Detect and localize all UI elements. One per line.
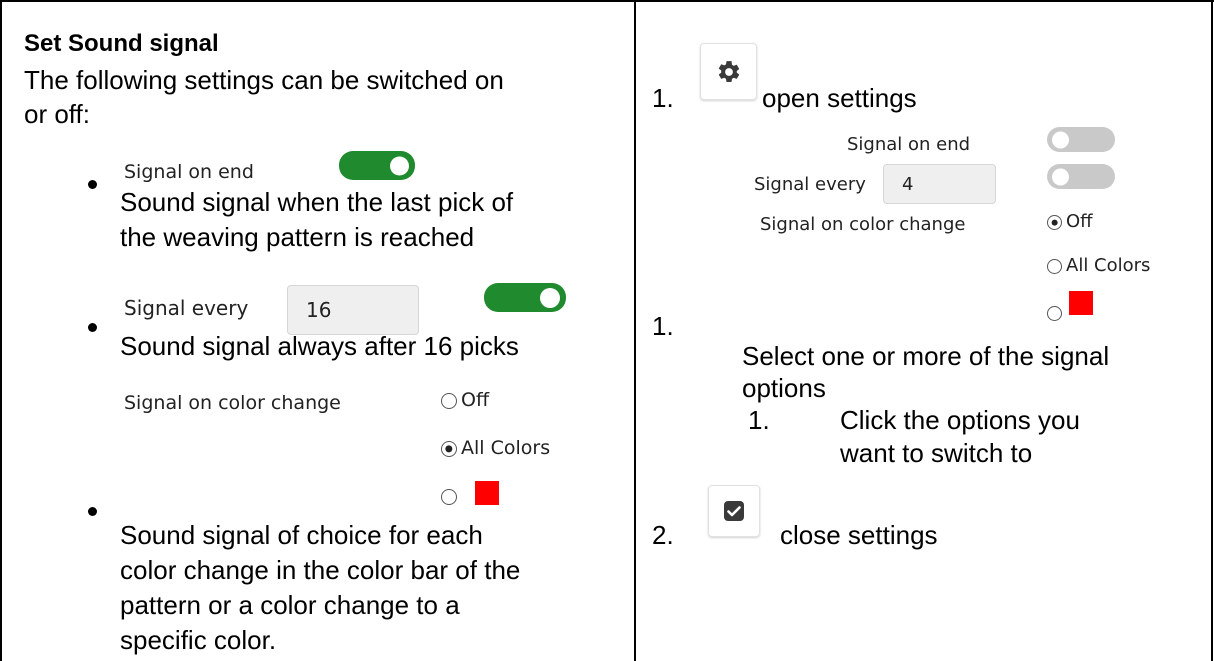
panel-color-off-radio[interactable] xyxy=(1047,215,1062,230)
panel-color-specific-radio[interactable] xyxy=(1047,306,1062,321)
toggle-knob xyxy=(390,156,409,175)
color-all-radio[interactable] xyxy=(441,441,457,457)
panel-signal-every-toggle[interactable] xyxy=(1047,164,1115,189)
specific-color-swatch[interactable] xyxy=(475,481,499,505)
panel-color-change-label: Signal on color change xyxy=(760,214,966,235)
close-settings-button[interactable] xyxy=(708,485,760,537)
color-change-label: Signal on color change xyxy=(124,392,341,414)
signal-every-value: 16 xyxy=(306,298,332,322)
intro-text-line1: The following settings can be switched o… xyxy=(24,65,504,95)
color-off-label: Off xyxy=(461,389,490,411)
signal-on-end-label: Signal on end xyxy=(124,161,254,183)
signal-every-label: Signal every xyxy=(124,296,249,320)
checkbox-check-icon xyxy=(724,501,744,521)
gear-icon xyxy=(718,60,739,82)
signal-every-desc: Sound signal always after 16 picks xyxy=(120,331,519,361)
toggle-knob xyxy=(1052,168,1069,185)
step1-text: open settings xyxy=(762,83,917,113)
step2-number: 2. xyxy=(652,520,674,550)
bullet xyxy=(88,180,97,189)
toggle-knob xyxy=(540,287,560,308)
panel-color-all-label: All Colors xyxy=(1066,255,1151,276)
signal-on-end-desc-line1: Sound signal when the last pick of xyxy=(120,187,514,217)
panel-signal-on-end-label: Signal on end xyxy=(847,134,971,155)
table-top-border xyxy=(0,0,1214,2)
step-b-text-line2: options xyxy=(742,373,826,403)
sub-step-text-line2: want to switch to xyxy=(840,438,1033,468)
panel-signal-every-value: 4 xyxy=(902,173,914,195)
step-b-text-line1: Select one or more of the signal xyxy=(742,341,1110,371)
step-b-number: 1. xyxy=(652,311,674,341)
panel-signal-every-input[interactable]: 4 xyxy=(883,164,996,204)
intro-text-line2: or off: xyxy=(24,99,91,129)
signal-on-end-toggle[interactable] xyxy=(339,151,415,180)
signal-every-toggle[interactable] xyxy=(484,283,566,312)
signal-on-end-desc-line2: the weaving pattern is reached xyxy=(120,222,475,252)
step1-number: 1. xyxy=(652,83,674,113)
color-change-desc-line3: pattern or a color change to a xyxy=(120,590,460,620)
step2-text: close settings xyxy=(780,520,938,550)
color-change-desc-line2: color change in the color bar of the xyxy=(120,555,521,585)
toggle-knob xyxy=(1052,131,1069,148)
color-change-desc-line4: specific color. xyxy=(120,625,277,655)
section-heading: Set Sound signal xyxy=(24,30,219,57)
color-specific-radio[interactable] xyxy=(441,489,457,505)
signal-every-input[interactable]: 16 xyxy=(287,285,419,335)
table-column-divider xyxy=(634,0,636,661)
color-all-label: All Colors xyxy=(461,437,551,459)
bullet xyxy=(88,507,97,516)
sub-step-number: 1. xyxy=(748,405,770,435)
panel-specific-color-swatch[interactable] xyxy=(1069,291,1093,315)
color-off-radio[interactable] xyxy=(441,393,457,409)
sub-step-text-line1: Click the options you xyxy=(840,405,1080,435)
table-right-border xyxy=(1211,0,1213,661)
panel-signal-every-label: Signal every xyxy=(754,174,866,195)
bullet xyxy=(88,323,97,332)
table-left-border xyxy=(0,0,2,661)
panel-color-all-radio[interactable] xyxy=(1047,259,1062,274)
panel-signal-on-end-toggle[interactable] xyxy=(1047,127,1115,152)
color-change-desc-line1: Sound signal of choice for each xyxy=(120,520,483,550)
panel-color-off-label: Off xyxy=(1066,211,1093,232)
settings-button[interactable] xyxy=(700,43,757,100)
